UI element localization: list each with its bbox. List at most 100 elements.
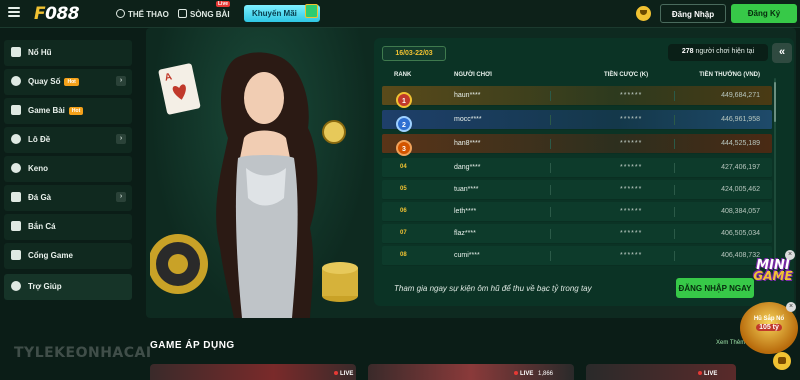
column-header-player: NGƯỜI CHƠI (454, 72, 492, 78)
prize-amount: 427,406,197 (721, 164, 760, 171)
game-card[interactable]: LIVE (150, 364, 356, 380)
bet-amount: ****** (620, 252, 643, 259)
sidebar-item-cong-game[interactable]: Cổng Game (4, 243, 132, 269)
sidebar-item-keno[interactable]: Keno (4, 156, 132, 182)
player-name: haun**** (454, 92, 481, 99)
player-name: mocc**** (454, 116, 482, 123)
bet-amount: ****** (620, 116, 643, 123)
watermark: TYLEKEONHACAI (14, 345, 152, 361)
rank-number: 04 (400, 164, 407, 170)
mini-game-widget[interactable]: MINI GAME (748, 254, 798, 296)
column-header-bet: TIỀN CƯỢC (K) (604, 72, 649, 78)
sidebar-item-no-hu[interactable]: Nổ Hũ (4, 40, 132, 66)
table-row: 2 mocc**** ****** 446,961,958 (382, 110, 772, 132)
hot-badge: Hot (64, 78, 79, 86)
collapse-button[interactable]: « (772, 43, 792, 63)
rank-number: 08 (400, 252, 407, 258)
nav-casino-label: SÒNG BÀI (190, 10, 230, 19)
prize-amount: 406,505,034 (721, 230, 760, 237)
online-count: 278 (681, 48, 694, 55)
table-row: 1 haun**** ****** 449,684,271 (382, 86, 772, 108)
player-name: cumi**** (454, 252, 480, 259)
mini-game-label-2: GAME (753, 269, 793, 283)
sidebar-item-ban-ca[interactable]: Bắn Cá (4, 214, 132, 240)
game-card[interactable]: LIVE 1,866 (368, 364, 574, 380)
brand-logo[interactable]: F088 (34, 4, 80, 24)
player-name: flaz**** (454, 230, 476, 237)
close-icon[interactable]: × (785, 250, 795, 260)
fish-icon (11, 221, 21, 231)
column-header-prize: TIỀN THƯỞNG (VND) (699, 72, 760, 78)
sidebar-item-lo-de[interactable]: Lô Đề › (4, 127, 132, 153)
live-badge: Live (216, 1, 231, 7)
bet-amount: ****** (620, 230, 643, 237)
prize-amount: 449,684,271 (721, 92, 760, 99)
login-button[interactable]: Đăng Nhập (660, 4, 726, 23)
bronze-medal-icon: 3 (396, 140, 412, 156)
date-range-badge: 16/03-22/03 (382, 46, 446, 61)
online-players-counter: 278 người chơi hiện tại (668, 44, 768, 61)
close-icon[interactable]: × (786, 302, 796, 312)
register-button[interactable]: Đăng Ký (731, 4, 797, 23)
bet-amount: ****** (620, 208, 643, 215)
sidebar-item-label: Cổng Game (28, 251, 73, 260)
game-card[interactable]: LIVE (586, 364, 736, 380)
sidebar-item-label: Trợ Giúp (28, 282, 62, 291)
player-name: leth**** (454, 208, 477, 215)
bet-amount: ****** (620, 140, 643, 147)
hamburger-menu-icon[interactable] (8, 7, 20, 19)
online-text: người chơi hiện tại (695, 48, 755, 55)
table-row: 08 cumi**** ****** 406,408,732 (382, 246, 772, 266)
prize-amount: 424,005,462 (721, 186, 760, 193)
sidebar-item-label: Nổ Hũ (28, 48, 52, 57)
slot-machine-icon (11, 47, 21, 57)
chat-support-icon[interactable] (773, 352, 791, 370)
sidebar-item-quay-so[interactable]: Quay Số Hot › (4, 69, 132, 95)
bet-amount: ****** (620, 92, 643, 99)
hero-banner-image: A (150, 28, 372, 318)
login-now-button[interactable]: ĐĂNG NHẬP NGAY (676, 278, 754, 298)
silver-medal-icon: 2 (396, 116, 412, 132)
gift-box-icon (305, 4, 318, 18)
leaderboard-scroll-thumb[interactable] (774, 82, 776, 122)
expand-chevron-icon[interactable]: › (116, 134, 126, 144)
rank-number: 05 (400, 186, 407, 192)
promotions-button[interactable]: Khuyến Mãi (244, 4, 320, 22)
table-row: 06 leth**** ****** 408,384,057 (382, 202, 772, 222)
sidebar-item-label: Game Bài (28, 106, 65, 115)
leaderboard: 16/03-22/03 278 người chơi hiện tại « RA… (374, 38, 794, 306)
sidebar-item-tro-giup[interactable]: Trợ Giúp (4, 274, 132, 300)
sidebar-item-da-ga[interactable]: Đá Gà › (4, 185, 132, 211)
player-name: dang**** (454, 164, 481, 171)
nav-sports-label: THỂ THAO (128, 10, 169, 19)
live-indicator: LIVE (698, 371, 717, 377)
hero-illustration: A (150, 52, 358, 318)
viewer-count: 1,866 (538, 371, 554, 377)
sidebar-item-label: Keno (28, 164, 48, 173)
dice-icon (11, 134, 21, 144)
player-name: han8**** (454, 140, 481, 147)
table-row: 05 tuan**** ****** 424,005,462 (382, 180, 772, 200)
rooster-icon (11, 192, 21, 202)
rank-number: 06 (400, 208, 407, 214)
hot-badge: Hot (68, 107, 84, 115)
player-name: tuan**** (454, 186, 479, 193)
prize-amount: 444,525,189 (721, 140, 760, 147)
nav-casino[interactable]: SÒNG BÀI (178, 9, 230, 19)
table-row: 3 han8**** ****** 444,525,189 (382, 134, 772, 156)
smiley-icon[interactable] (636, 6, 651, 21)
expand-chevron-icon[interactable]: › (116, 192, 126, 202)
sidebar-item-game-bai[interactable]: Game Bài Hot (4, 98, 132, 124)
help-icon (11, 281, 21, 291)
sidebar-item-label: Đá Gà (28, 193, 52, 202)
table-header: RANK NGƯỜI CHƠI TIỀN CƯỢC (K) TIỀN THƯỞN… (382, 68, 772, 82)
top-navigation-bar: F088 THỂ THAO SÒNG BÀI Live Khuyến Mãi Đ… (0, 0, 800, 28)
nav-sports[interactable]: THỂ THAO (116, 9, 169, 19)
sidebar-item-label: Quay Số (28, 77, 61, 86)
bet-amount: ****** (620, 164, 643, 171)
prize-amount: 446,961,958 (721, 116, 760, 123)
see-more-link[interactable]: Xem Thêm (716, 340, 745, 346)
expand-chevron-icon[interactable]: › (116, 76, 126, 86)
playing-cards-icon (11, 105, 21, 115)
jackpot-title: Hũ Sắp Nổ (753, 316, 785, 322)
